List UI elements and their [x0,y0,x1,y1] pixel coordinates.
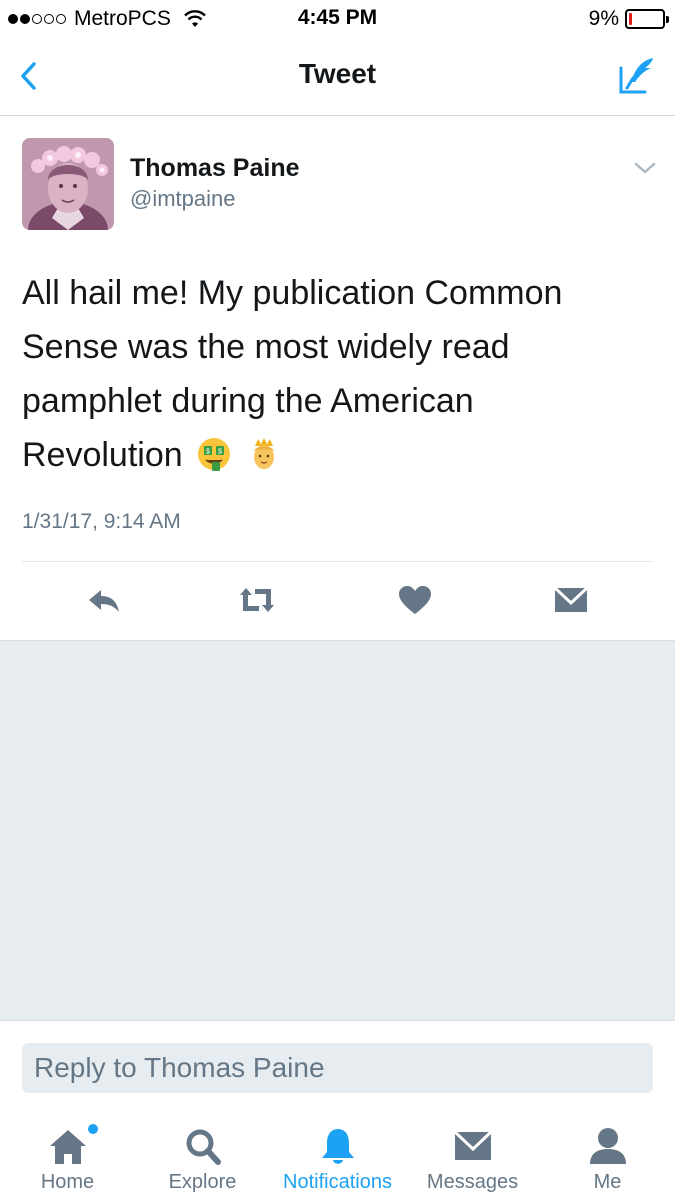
person-icon [589,1128,626,1164]
prince-icon [253,438,274,469]
tab-notifications[interactable]: Notifications [270,1108,405,1200]
tab-label: Home [40,1171,95,1193]
direct-message-icon[interactable] [551,582,591,618]
tweet-body: All hail me! My publication Common Sense… [22,274,563,474]
battery-percent: 9% [588,7,619,30]
battery-icon [625,9,669,29]
status-right: 9% [588,7,669,31]
tab-label: Explore [168,1171,237,1193]
tab-bar: Home Explore Notifications Messages Me [0,1108,675,1200]
svg-text:$: $ [206,449,210,456]
tweet-actions [0,562,675,640]
home-icon [49,1130,86,1164]
status-time: 4:45 PM [297,6,378,29]
tab-explore[interactable]: Explore [135,1108,270,1200]
retweet-icon[interactable] [237,582,277,618]
tab-label: Messages [426,1171,519,1193]
author-handle[interactable]: @imtpaine [130,186,236,212]
compose-icon[interactable] [617,54,659,96]
reply-input[interactable] [22,1043,653,1093]
tab-me[interactable]: Me [540,1108,675,1200]
tab-messages[interactable]: Messages [405,1108,540,1200]
envelope-icon [453,1130,492,1160]
page-title: Tweet [298,58,377,89]
avatar[interactable] [22,138,114,230]
like-icon[interactable] [395,582,435,618]
notification-dot [88,1124,98,1134]
navigation-bar: Tweet [0,38,675,116]
tab-home[interactable]: Home [0,1108,135,1200]
status-bar: MetroPCS 4:45 PM 9% [0,0,675,38]
tab-label: Notifications [283,1171,392,1193]
tweet-detail: Thomas Paine @imtpaine All hail me! My p… [0,116,675,641]
author-name[interactable]: Thomas Paine [130,154,300,183]
search-icon [186,1129,221,1165]
tab-label: Me [593,1171,622,1193]
bell-icon [321,1129,354,1164]
tweet-text: All hail me! My publication Common Sense… [22,266,642,482]
money-mouth-face-icon: $ $ [198,438,231,471]
empty-replies-area [0,641,675,1020]
reply-icon[interactable] [84,582,124,618]
reply-bar [0,1020,675,1108]
chevron-down-icon[interactable] [633,158,657,178]
tweet-timestamp: 1/31/17, 9:14 AM [22,510,181,533]
svg-text:$: $ [218,449,222,456]
